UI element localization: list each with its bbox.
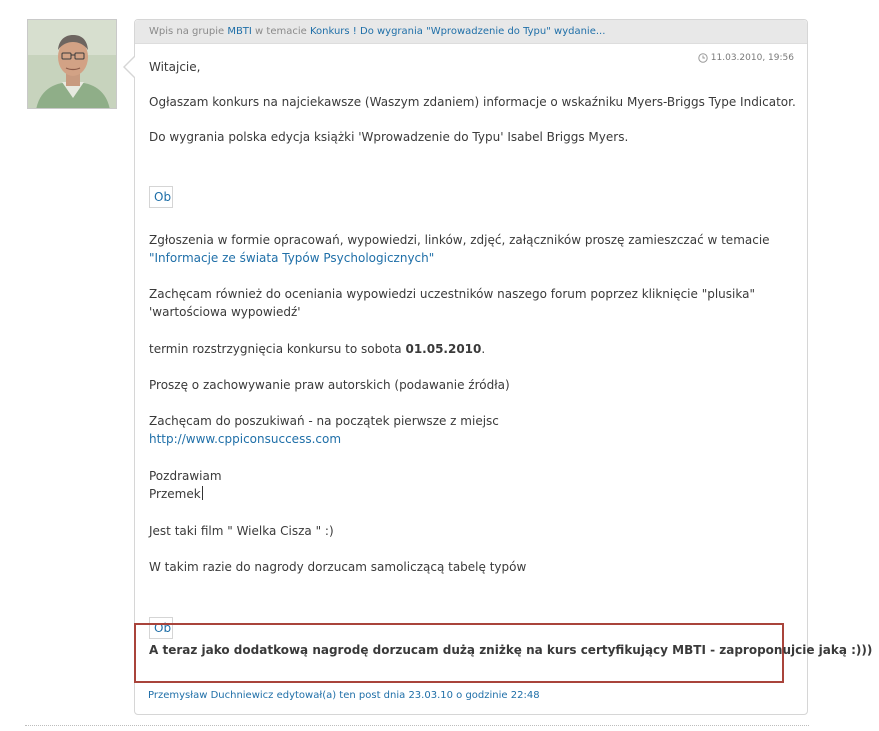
post-date-text: 11.03.2010, 19:56 xyxy=(710,53,794,63)
bonus-text: A teraz jako dodatkową nagrodę dorzucam … xyxy=(149,643,873,657)
text-caret xyxy=(201,486,203,500)
group-link[interactable]: MBTI xyxy=(227,26,252,37)
regards-text: Pozdrawiam xyxy=(149,469,222,483)
edit-note-link[interactable]: Przemysław Duchniewicz edytował(a) ten p… xyxy=(148,690,540,701)
deadline-date: 01.05.2010 xyxy=(405,342,482,356)
forum-post: Wpis na grupie MBTI w temacie Konkurs ! … xyxy=(134,19,808,715)
header-prefix: Wpis na grupie xyxy=(149,26,225,37)
post-divider xyxy=(25,725,809,726)
post-header: Wpis na grupie MBTI w temacie Konkurs ! … xyxy=(135,20,807,44)
deadline-prefix: termin rozstrzygnięcia konkursu to sobot… xyxy=(149,342,402,356)
signature-name: Przemek xyxy=(149,487,201,501)
submissions-text: Zgłoszenia w formie opracowań, wypowiedz… xyxy=(149,233,770,247)
signature-text: Przemek xyxy=(149,485,203,503)
submissions-topic-link[interactable]: "Informacje ze świata Typów Psychologicz… xyxy=(149,249,434,267)
embedded-image-1[interactable]: Ob xyxy=(149,186,173,208)
topic-link[interactable]: Konkurs ! Do wygrania "Wprowadzenie do T… xyxy=(310,26,605,37)
copyright-text: Proszę o zachowywanie praw autorskich (p… xyxy=(149,378,510,392)
greeting-text: Witajcie, xyxy=(149,60,201,74)
rating-text-2: 'wartościowa wypowiedź' xyxy=(149,305,301,319)
table-text: W takim razie do nagrody dorzucam samoli… xyxy=(149,560,527,574)
header-middle: w temacie xyxy=(255,26,307,37)
announce-text: Ogłaszam konkurs na najciekawsze (Waszym… xyxy=(149,95,796,109)
highlighted-bonus-box: A teraz jako dodatkową nagrodę dorzucam … xyxy=(134,623,872,683)
clock-icon xyxy=(698,53,708,63)
cppiconsuccess-link[interactable]: http://www.cppiconsuccess.com xyxy=(149,430,341,448)
search-text: Zachęcam do poszukiwań - na początek pie… xyxy=(149,414,499,428)
prize-text: Do wygrania polska edycja książki 'Wprow… xyxy=(149,130,629,144)
deadline-suffix: . xyxy=(481,342,486,356)
deadline-text: termin rozstrzygnięcia konkursu to sobot… xyxy=(149,340,485,358)
film-text: Jest taki film " Wielka Cisza " :) xyxy=(149,524,334,538)
post-date: 11.03.2010, 19:56 xyxy=(698,53,794,63)
post-bubble-arrow-inner xyxy=(125,57,135,77)
rating-text-1: Zachęcam również do oceniania wypowiedzi… xyxy=(149,287,755,301)
author-avatar[interactable] xyxy=(27,19,117,109)
